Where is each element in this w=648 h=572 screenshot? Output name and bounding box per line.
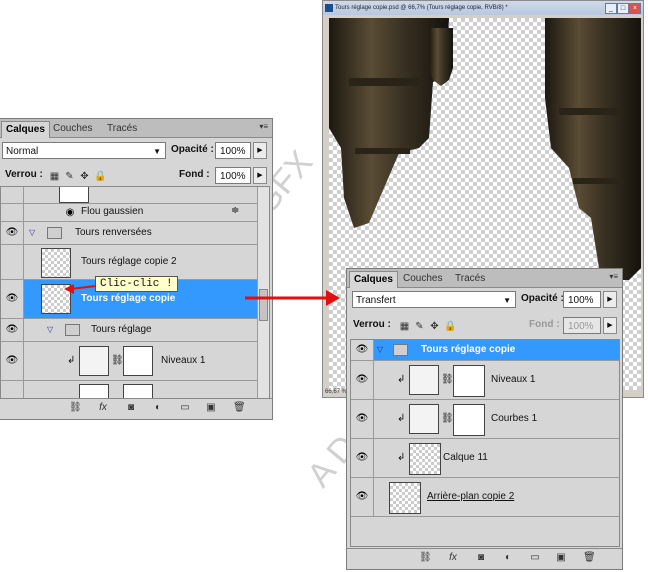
opacity-arrow-button[interactable]: ▶ xyxy=(603,291,617,308)
panel-bottom-toolbar: ⛓ fx ◙ ◐ ▭ ▣ 🗑 xyxy=(347,548,622,569)
link-icon: ⛓ xyxy=(441,374,454,385)
expand-triangle-icon[interactable]: ▽ xyxy=(377,345,383,354)
layer-thumbnail xyxy=(389,482,421,514)
blend-mode-value: Transfert xyxy=(356,295,396,306)
layer-name: Tours réglage copie xyxy=(421,344,516,355)
fill-arrow-button[interactable]: ▶ xyxy=(603,317,617,334)
layer-mask-thumbnail xyxy=(453,404,485,436)
lock-position-icon[interactable]: ✥ xyxy=(429,321,440,332)
eye-icon[interactable]: 👁 xyxy=(355,414,369,424)
panel-menu-icon[interactable]: ▾≡ xyxy=(609,272,618,281)
curves-adjustment-icon xyxy=(409,404,439,434)
layer-name: Courbes 1 xyxy=(491,413,538,424)
opacity-field[interactable]: 100% xyxy=(563,291,601,308)
layer-row-courbes[interactable]: 👁 ↲ ⛓ Courbes 1 xyxy=(351,400,619,439)
layer-mask-thumbnail xyxy=(453,365,485,397)
new-layer-icon[interactable]: ▣ xyxy=(555,552,567,564)
fx-icon[interactable]: fx xyxy=(447,552,459,564)
levels-adjustment-icon xyxy=(409,365,439,395)
eye-icon[interactable]: 👁 xyxy=(355,375,369,385)
lock-label: Verrou : xyxy=(353,319,391,330)
panel-tabs: Calques Couches Tracés ▾≡ xyxy=(347,269,622,288)
eye-icon[interactable]: 👁 xyxy=(355,492,369,502)
clip-arrow-icon: ↲ xyxy=(397,452,406,463)
layer-row-group-selected[interactable]: 👁 ▽ Tours réglage copie xyxy=(351,340,619,361)
clip-arrow-icon: ↲ xyxy=(397,374,406,385)
opacity-label: Opacité : xyxy=(521,293,564,304)
trash-icon[interactable]: 🗑 xyxy=(583,552,596,564)
layers-panel-right: Calques Couches Tracés ▾≡ Transfert ▼ Op… xyxy=(346,268,623,570)
clip-arrow-icon: ↲ xyxy=(397,413,406,424)
tab-traces[interactable]: Tracés xyxy=(451,271,489,287)
add-mask-icon[interactable]: ◙ xyxy=(475,552,487,564)
layer-name: Calque 11 xyxy=(443,452,488,463)
layer-thumbnail xyxy=(409,443,441,475)
folder-icon xyxy=(393,344,408,356)
layer-row-niveaux[interactable]: 👁 ↲ ⛓ Niveaux 1 xyxy=(351,361,619,400)
layers-list: 👁 ▽ Tours réglage copie 👁 ↲ ⛓ Niveaux 1 … xyxy=(350,339,620,547)
eye-icon[interactable]: 👁 xyxy=(355,345,369,355)
link-icon: ⛓ xyxy=(441,413,454,424)
layer-name: Niveaux 1 xyxy=(491,374,536,385)
tab-calques[interactable]: Calques xyxy=(349,271,398,288)
tab-couches[interactable]: Couches xyxy=(399,271,446,287)
new-group-icon[interactable]: ▭ xyxy=(529,552,541,564)
fill-label: Fond : xyxy=(529,319,560,330)
blend-mode-select[interactable]: Transfert ▼ xyxy=(352,291,516,308)
layer-row-calque11[interactable]: 👁 ↲ Calque 11 xyxy=(351,439,619,478)
layer-name: Arrière-plan copie 2 xyxy=(427,491,515,502)
layer-row-arriere-plan[interactable]: 👁 Arrière-plan copie 2 xyxy=(351,478,619,517)
link-layers-icon[interactable]: ⛓ xyxy=(419,552,432,564)
chevron-down-icon: ▼ xyxy=(503,296,511,305)
adjustment-layer-icon[interactable]: ◐ xyxy=(502,552,514,564)
lock-pixels-icon[interactable]: ✎ xyxy=(414,321,425,332)
fill-field[interactable]: 100% xyxy=(563,317,601,334)
eye-icon[interactable]: 👁 xyxy=(355,453,369,463)
lock-transparency-icon[interactable]: ▦ xyxy=(399,321,410,332)
lock-all-icon[interactable]: 🔒 xyxy=(444,321,456,332)
